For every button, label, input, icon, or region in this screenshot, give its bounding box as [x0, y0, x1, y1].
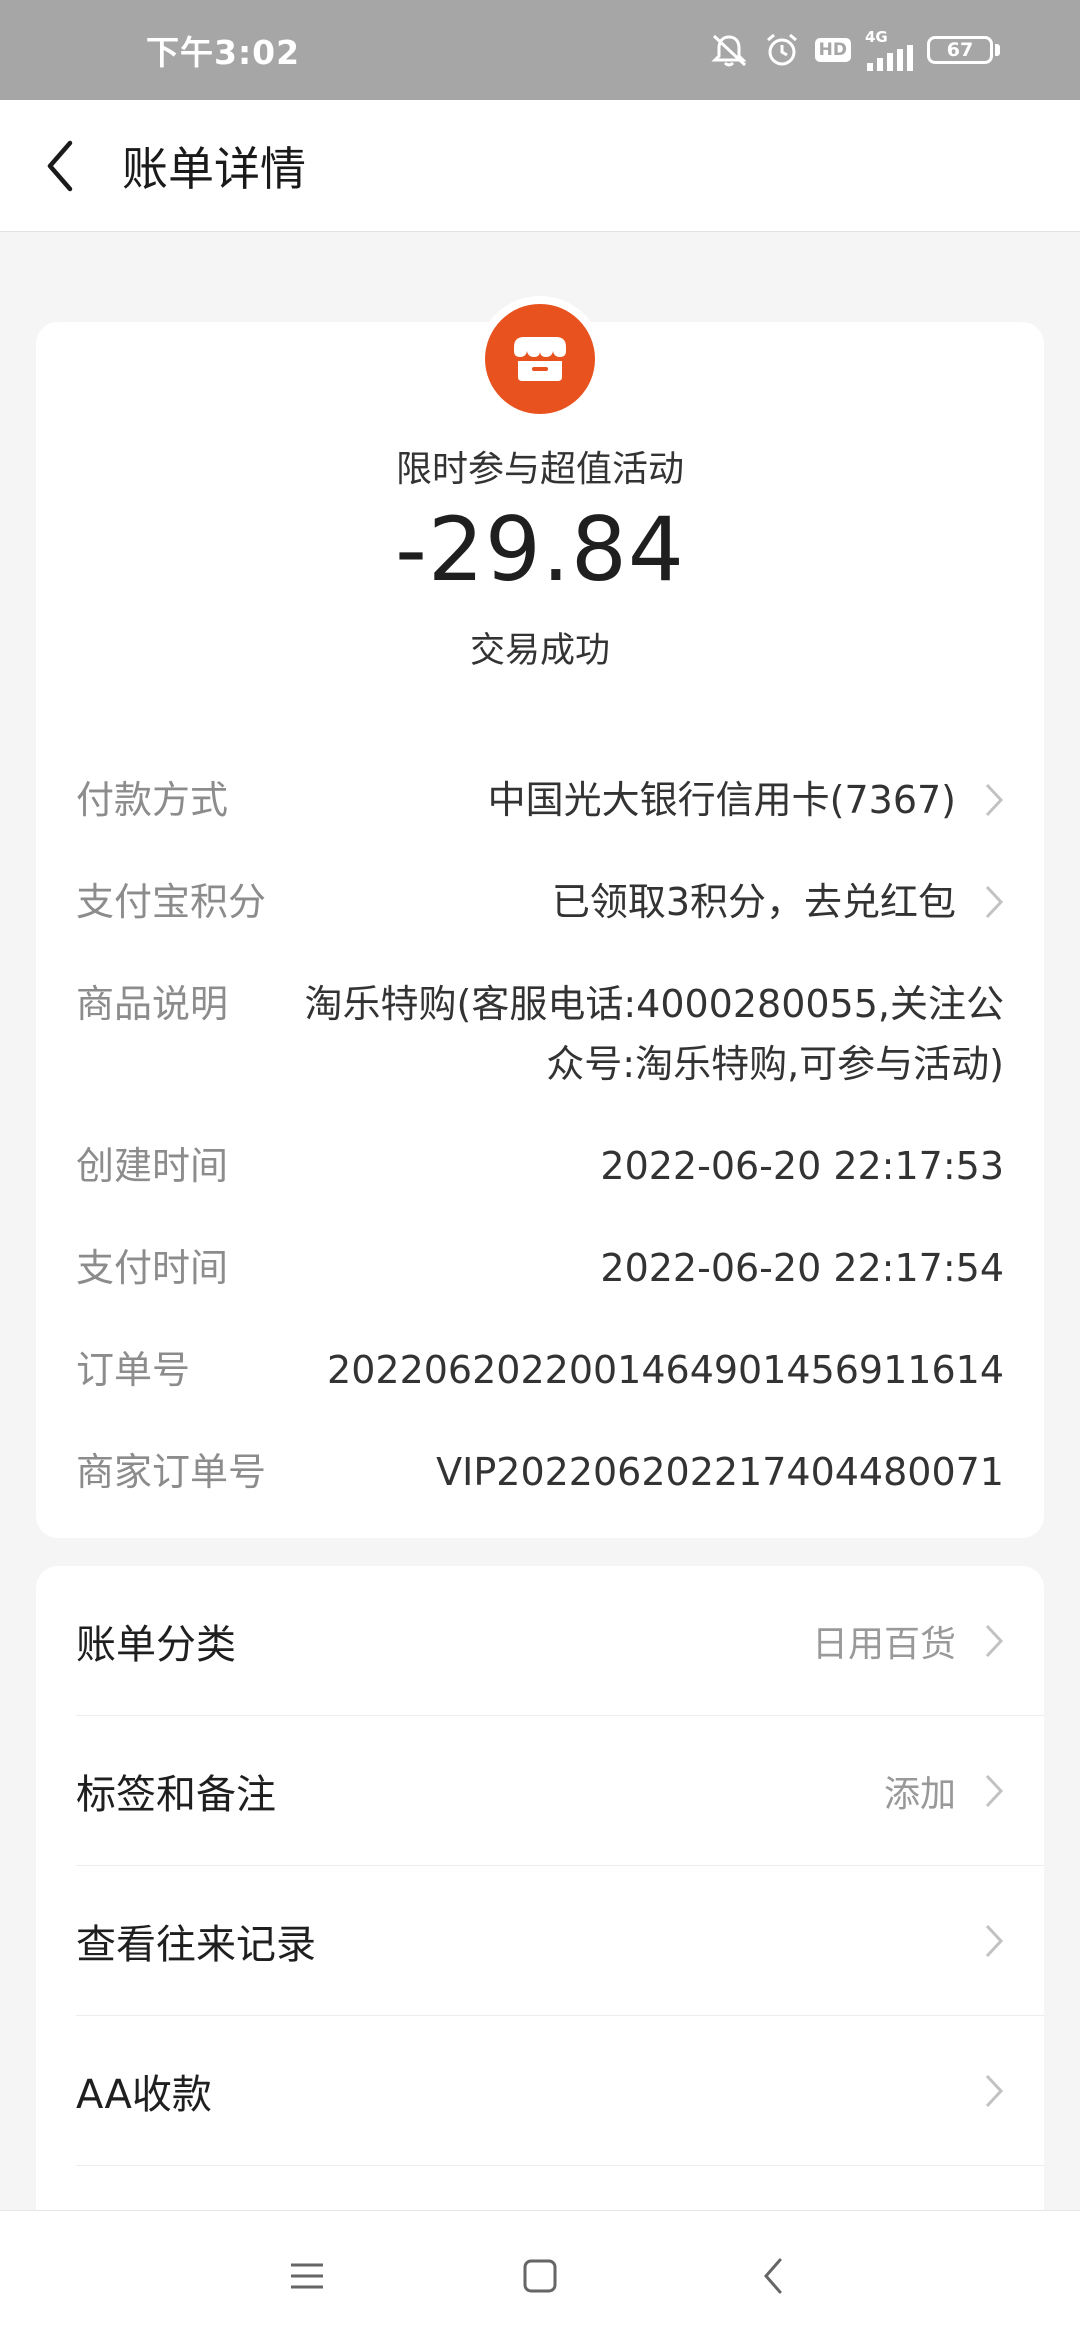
- created-time-value: 2022-06-20 22:17:53: [600, 1144, 1004, 1188]
- bill-category-row[interactable]: 账单分类 日用百货: [76, 1566, 1044, 1716]
- action-label: AA收款: [76, 2072, 212, 2118]
- back-chevron-icon: [764, 2258, 782, 2293]
- product-description-value: 淘乐特购(客服电话:4000280055,关注公众号:淘乐特购,可参与活动): [304, 982, 1004, 1086]
- detail-label: 订单号: [76, 1348, 191, 1392]
- merchant-logo: [477, 296, 603, 422]
- status-time: 下午3:02: [146, 33, 301, 72]
- page-title: 账单详情: [122, 141, 306, 196]
- chevron-right-icon: [985, 1924, 1004, 1958]
- aa-collect-row[interactable]: AA收款: [76, 2016, 1044, 2166]
- chevron-right-icon: [985, 885, 1004, 919]
- detail-label: 付款方式: [76, 778, 229, 822]
- action-right: [956, 1923, 1004, 1959]
- system-back-button[interactable]: [733, 2236, 813, 2316]
- action-right: 日用百货: [812, 1615, 1004, 1667]
- action-right: [956, 2073, 1004, 2109]
- nav-bar: 账单详情: [0, 100, 1080, 232]
- payment-time-value: 2022-06-20 22:17:54: [600, 1246, 1004, 1290]
- payment-method-value: 中国光大银行信用卡(7367): [487, 778, 956, 822]
- order-number-value: 2022062022001464901456911614: [327, 1348, 1004, 1392]
- transaction-amount: -29.84: [395, 498, 685, 601]
- transaction-history-row[interactable]: 查看往来记录: [76, 1866, 1044, 2016]
- store-icon: [485, 304, 595, 414]
- bill-detail-page: 下午3:02 HD 4G 67 账单详情 限时参与超值活动 -29.84 交易成…: [0, 0, 1080, 2340]
- action-label: 标签和备注: [76, 1772, 276, 1818]
- transaction-status: 交易成功: [469, 631, 610, 671]
- menu-icon: [290, 2263, 323, 2288]
- signal-icon: 4G: [865, 27, 913, 71]
- chevron-right-icon: [985, 2074, 1004, 2108]
- bill-summary-card: 限时参与超值活动 -29.84 交易成功 付款方式 中国光大银行信用卡(7367…: [36, 296, 1044, 1538]
- back-arrow-icon: [47, 140, 73, 191]
- detail-value: 已领取3积分，去兑红包: [552, 872, 1004, 932]
- battery-icon: 67: [927, 36, 1000, 64]
- detail-row-payment-method[interactable]: 付款方式 中国光大银行信用卡(7367): [76, 770, 1004, 830]
- action-right: 添加: [884, 1765, 1004, 1817]
- status-bar: 下午3:02 HD 4G 67: [0, 0, 1080, 100]
- detail-row-merchant-order-number: 商家订单号 VIP20220620221740448007​1: [76, 1442, 1004, 1502]
- points-value: 已领取3积分，去兑红包: [551, 880, 956, 924]
- bill-actions-card: 账单分类 日用百货 标签和备注 添加 查看往来记录 AA收款: [36, 1566, 1044, 2266]
- home-button[interactable]: [500, 2236, 580, 2316]
- detail-row-order-number: 订单号 2022062022001464901456911614: [76, 1340, 1004, 1400]
- battery-level: 67: [946, 39, 974, 61]
- chevron-right-icon: [985, 1624, 1004, 1658]
- mute-icon: [709, 32, 749, 68]
- detail-label: 创建时间: [76, 1144, 229, 1188]
- network-type: 4G: [865, 27, 888, 46]
- chevron-right-icon: [985, 783, 1004, 817]
- detail-row-created-time: 创建时间 2022-06-20 22:17:53: [76, 1136, 1004, 1196]
- battery-tip: [995, 44, 1000, 56]
- detail-label: 支付时间: [76, 1246, 229, 1290]
- detail-row-product-description: 商品说明 淘乐特购(客服电话:4000280055,关注公众号:淘乐特购,可参与…: [76, 974, 1004, 1094]
- detail-row-alipay-points[interactable]: 支付宝积分 已领取3积分，去兑红包: [76, 872, 1004, 932]
- detail-row-payment-time: 支付时间 2022-06-20 22:17:54: [76, 1238, 1004, 1298]
- chevron-right-icon: [985, 1774, 1004, 1808]
- bill-category-value: 日用百货: [811, 1624, 956, 1665]
- detail-label: 支付宝积分: [76, 880, 267, 924]
- back-button[interactable]: [0, 100, 120, 232]
- detail-label: 商品说明: [76, 982, 229, 1026]
- merchant-name: 限时参与超值活动: [395, 449, 684, 490]
- home-square-icon: [523, 2259, 557, 2292]
- action-label: 查看往来记录: [76, 1922, 316, 1968]
- tags-add-value: 添加: [883, 1774, 956, 1815]
- detail-label: 商家订单号: [76, 1450, 267, 1494]
- merchant-order-number-value: VIP20220620221740448007​1: [436, 1450, 1004, 1494]
- status-icons: HD 4G 67: [709, 27, 1000, 71]
- hd-badge: HD: [814, 38, 851, 62]
- battery-body: 67: [927, 36, 993, 64]
- alarm-icon: [763, 31, 801, 69]
- detail-value: 中国光大银行信用卡(7367): [488, 770, 1004, 830]
- action-label: 账单分类: [76, 1622, 236, 1668]
- menu-button[interactable]: [267, 2236, 347, 2316]
- tags-and-notes-row[interactable]: 标签和备注 添加: [76, 1716, 1044, 1866]
- system-navigation-bar: [0, 2210, 1080, 2340]
